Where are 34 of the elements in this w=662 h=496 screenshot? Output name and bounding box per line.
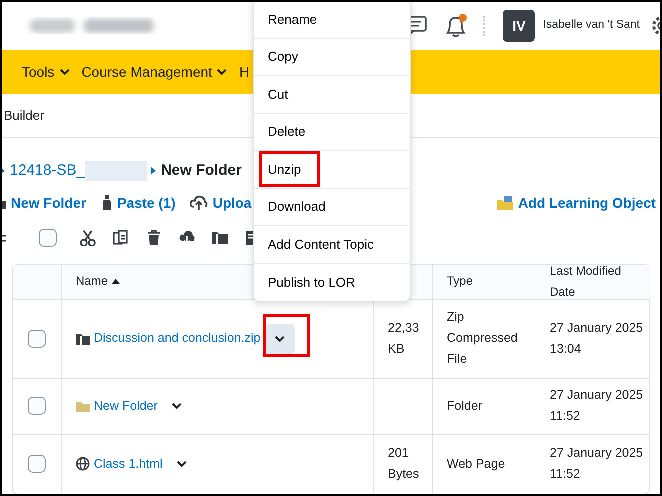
file-link[interactable]: Discussion and conclusion.zip — [94, 328, 261, 349]
file-type: Folder — [447, 398, 484, 414]
file-size: 22,33 KB — [388, 320, 418, 358]
file-link[interactable]: New Folder — [94, 396, 158, 416]
modified-date: 27 January 2025 13:04 — [550, 320, 644, 358]
nav-menu-item[interactable]: Tools — [22, 62, 71, 82]
user-name[interactable]: Isabelle van 't Sant — [543, 17, 640, 35]
toolbar-action[interactable]: Paste (1) — [102, 192, 176, 214]
column-header[interactable]: Last Modified Date — [550, 260, 650, 302]
menu-item[interactable]: Rename — [254, 2, 410, 38]
modified-date: 27 January 2025 11:52 — [550, 387, 644, 425]
column-header[interactable]: Name — [76, 271, 108, 292]
nav-menu-item[interactable]: H — [239, 62, 250, 82]
menu-item[interactable]: Download — [254, 188, 410, 226]
file-size: 201 Bytes — [388, 445, 418, 483]
menu-item[interactable]: Delete — [254, 114, 410, 151]
menu-item[interactable]: Add Content Topic — [254, 226, 410, 264]
column-header[interactable]: Type — [447, 271, 474, 292]
nav-menu-item[interactable]: Course Management — [82, 62, 228, 82]
nav-link[interactable]: Builder — [4, 106, 44, 126]
file-type: Zip Compressed File — [447, 309, 517, 368]
menu-item[interactable]: Unzip — [254, 151, 410, 188]
file-link[interactable]: Class 1.html — [94, 454, 163, 474]
current-folder-title: New Folder — [161, 161, 242, 181]
menu-item[interactable]: Publish to LOR — [254, 264, 410, 301]
breadcrumb-link[interactable]: 12418-SB_ — [10, 160, 86, 182]
menu-item[interactable]: Copy — [254, 38, 410, 76]
menu-item[interactable]: Cut — [254, 76, 410, 114]
avatar[interactable]: IV — [503, 10, 536, 42]
file-type: Web Page — [447, 456, 506, 473]
toolbar-action[interactable]: Uploa — [190, 192, 252, 214]
toolbar-action[interactable]: Add Learning Object — [497, 192, 656, 214]
toolbar-action[interactable]: New Folder — [2, 192, 86, 214]
modified-date: 27 January 2025 11:52 — [550, 445, 644, 483]
